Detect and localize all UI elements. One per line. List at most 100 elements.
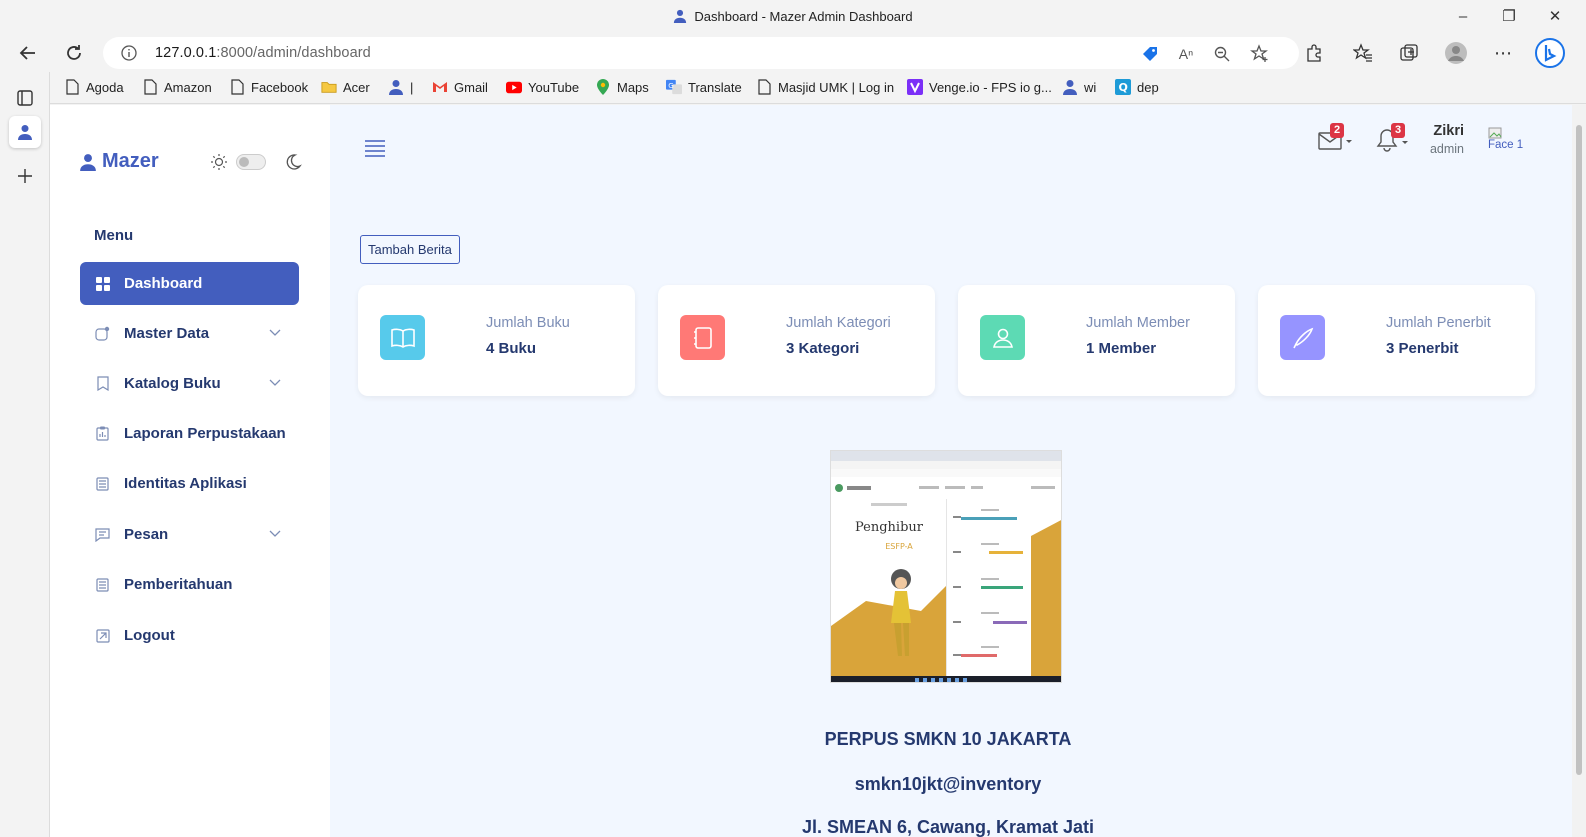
bookmark-icon <box>95 376 110 391</box>
page-scrollbar[interactable] <box>1572 105 1586 837</box>
folder-icon <box>321 79 337 95</box>
sun-icon <box>211 154 227 170</box>
bookmark-wi[interactable]: wi <box>1062 79 1096 95</box>
stat-label: Jumlah Kategori <box>786 315 891 331</box>
theme-toggle[interactable] <box>236 154 266 170</box>
clipboard-icon <box>95 426 110 441</box>
scrollbar-thumb[interactable] <box>1576 125 1582 775</box>
browser-titlebar: Dashboard - Mazer Admin Dashboard – ❐ ✕ <box>0 0 1586 34</box>
user-menu[interactable]: Zikri admin <box>1430 123 1464 156</box>
journal-icon <box>680 315 725 360</box>
bookmark-label: Gmail <box>454 79 488 95</box>
user-icon <box>674 9 687 23</box>
q-icon: Q <box>1115 79 1131 95</box>
bookmark-label: Amazon <box>164 79 212 95</box>
zoom-icon[interactable] <box>1211 43 1233 65</box>
sidebar: Mazer Menu Dashboard Master Data Katalog… <box>50 105 330 837</box>
refresh-button[interactable] <box>58 38 90 68</box>
url-path: :8000/admin/dashboard <box>216 45 371 61</box>
copilot-button[interactable] <box>1534 38 1566 68</box>
bookmark-masjid[interactable]: Masjid UMK | Log in <box>756 79 894 95</box>
user-icon <box>80 153 96 171</box>
bookmark-label: Masjid UMK | Log in <box>778 79 895 95</box>
address-bar[interactable]: 127.0.0.1:8000/admin/dashboard Aⁿ <box>103 37 1299 69</box>
bookmark-translate[interactable]: G Translate <box>666 79 742 95</box>
bookmark-amazon[interactable]: Amazon <box>142 79 212 95</box>
coupon-tag-icon[interactable] <box>1139 43 1161 65</box>
page-icon <box>229 79 245 95</box>
svg-text:G: G <box>668 81 674 90</box>
mail-dropdown[interactable]: 2 <box>1318 123 1352 156</box>
page-icon <box>142 79 158 95</box>
document-icon <box>95 476 110 491</box>
restore-button[interactable]: ❐ <box>1486 4 1532 30</box>
page-viewport: Mazer Menu Dashboard Master Data Katalog… <box>50 105 1586 837</box>
bookmark-user[interactable]: | <box>388 79 413 95</box>
mail-count-badge: 2 <box>1330 123 1344 138</box>
menu-title: Menu <box>94 227 134 244</box>
bookmark-label: Facebook <box>251 79 309 95</box>
collections-button[interactable] <box>1393 38 1425 68</box>
hamburger-menu-button[interactable] <box>364 139 386 162</box>
bookmark-facebook[interactable]: Facebook <box>229 79 308 95</box>
bookmark-agoda[interactable]: Agoda <box>64 79 124 95</box>
minimize-button[interactable]: – <box>1440 4 1486 30</box>
sidebar-item-katalog-buku[interactable]: Katalog Buku <box>80 362 299 405</box>
refresh-icon <box>67 45 81 60</box>
profile-avatar-icon <box>1445 42 1467 64</box>
sidebar-item-identitas[interactable]: Identitas Aplikasi <box>80 462 299 505</box>
notification-count-badge: 3 <box>1391 123 1405 138</box>
bookmark-label: Agoda <box>86 79 124 95</box>
stat-card-buku: Jumlah Buku 4 Buku <box>358 285 635 396</box>
add-favorite-icon[interactable] <box>1249 43 1271 65</box>
extensions-button[interactable] <box>1298 38 1330 68</box>
sidebar-item-dashboard[interactable]: Dashboard <box>80 262 299 305</box>
sidebar-item-label: Katalog Buku <box>124 375 221 392</box>
school-address: Jl. SMEAN 6, Cawang, Kramat Jati <box>801 817 1095 837</box>
more-options-button[interactable]: ⋯ <box>1487 38 1519 68</box>
image-heading: Penghibur <box>855 520 924 535</box>
sidebar-item-logout[interactable]: Logout <box>80 614 299 657</box>
broken-image-icon <box>1488 127 1502 139</box>
url-text[interactable]: 127.0.0.1:8000/admin/dashboard <box>155 45 371 61</box>
page-icon <box>64 79 80 95</box>
chevron-down-icon <box>269 379 281 386</box>
bookmark-label: dep <box>1137 79 1159 95</box>
bing-icon <box>1535 38 1565 68</box>
back-button[interactable] <box>12 38 44 68</box>
notification-dropdown[interactable]: 3 <box>1376 123 1410 158</box>
stat-value: 4 Buku <box>486 340 537 357</box>
close-button[interactable]: ✕ <box>1532 4 1578 30</box>
sidebar-item-pemberitahuan[interactable]: Pemberitahuan <box>80 563 299 606</box>
sidebar-item-master-data[interactable]: Master Data <box>80 312 299 355</box>
user-icon <box>388 79 404 95</box>
site-info-icon[interactable] <box>121 45 137 66</box>
sidebar-item-pesan[interactable]: Pesan <box>80 513 299 556</box>
bookmark-label: wi <box>1084 79 1097 95</box>
svg-text:Q: Q <box>1119 81 1128 94</box>
pen-icon <box>1280 315 1325 360</box>
bookmark-label: Translate <box>688 79 742 95</box>
tambah-berita-button[interactable]: Tambah Berita <box>360 235 460 264</box>
bookmark-maps[interactable]: Maps <box>595 79 649 95</box>
translate-icon: G <box>666 79 682 95</box>
active-tab[interactable] <box>9 116 41 148</box>
stat-card-member: Jumlah Member 1 Member <box>958 285 1235 396</box>
avatar[interactable]: Face 1 <box>1488 127 1523 151</box>
brand-logo[interactable]: Mazer <box>80 150 159 173</box>
new-tab-button[interactable] <box>9 160 41 192</box>
read-aloud-icon[interactable]: Aⁿ <box>1175 43 1197 65</box>
bookmark-dep[interactable]: Q dep <box>1115 79 1159 95</box>
favorites-button[interactable] <box>1347 38 1379 68</box>
page-icon <box>756 79 772 95</box>
sidebar-item-laporan[interactable]: Laporan Perpustakaan <box>80 412 299 455</box>
avatar-alt-text: Face 1 <box>1488 139 1524 151</box>
profile-button[interactable] <box>1440 38 1472 68</box>
bookmark-gmail[interactable]: Gmail <box>432 79 488 95</box>
bookmark-acer[interactable]: Acer <box>321 79 370 95</box>
back-arrow-icon <box>19 46 35 60</box>
bookmark-venge[interactable]: Venge.io - FPS io g... <box>907 79 1052 95</box>
book-icon <box>380 315 425 360</box>
bookmark-youtube[interactable]: YouTube <box>506 79 579 95</box>
tab-actions-button[interactable] <box>9 82 41 114</box>
